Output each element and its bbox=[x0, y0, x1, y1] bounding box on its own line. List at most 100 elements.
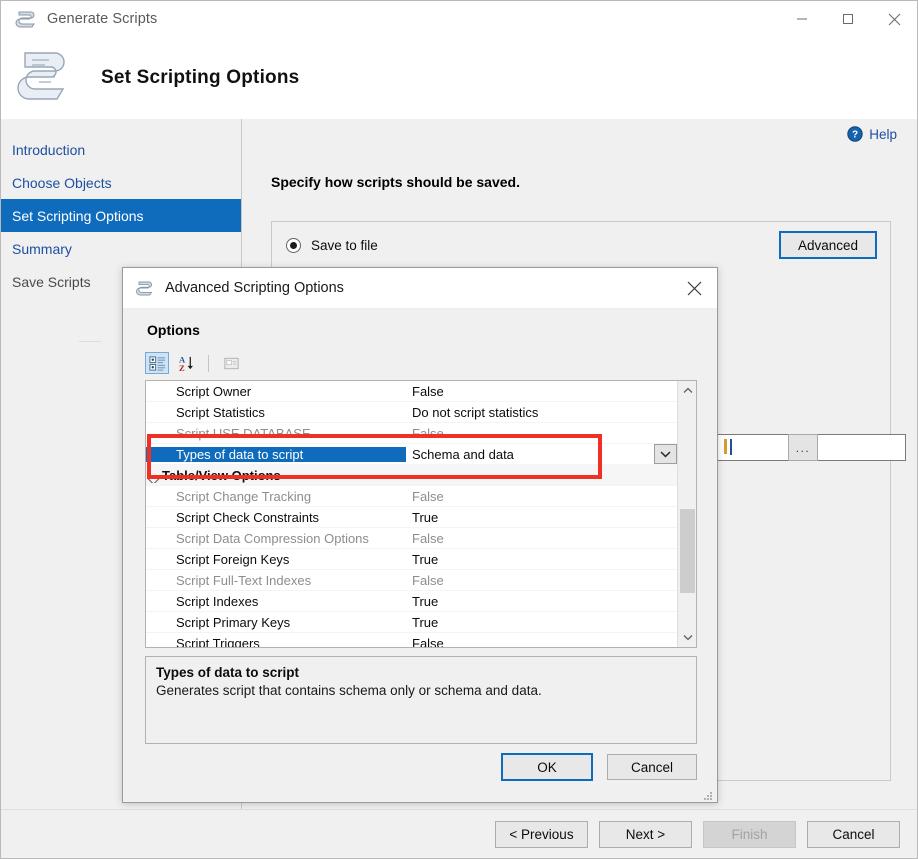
property-name: Script Primary Keys bbox=[146, 615, 406, 630]
advanced-scripting-options-dialog: Advanced Scripting Options Options bbox=[122, 267, 718, 803]
dialog-title-bar: Advanced Scripting Options bbox=[123, 268, 717, 309]
scrollbar-thumb[interactable] bbox=[680, 509, 695, 593]
sidebar-item-label: Summary bbox=[12, 241, 72, 257]
window-controls bbox=[779, 1, 917, 37]
toolbar-separator bbox=[208, 355, 209, 372]
maximize-icon[interactable] bbox=[825, 1, 871, 37]
property-name: Script Full-Text Indexes bbox=[146, 573, 406, 588]
sidebar-item-label: Set Scripting Options bbox=[12, 208, 144, 224]
title-bar: Generate Scripts bbox=[1, 1, 917, 37]
dialog-cancel-button[interactable]: Cancel bbox=[607, 754, 697, 780]
dialog-title: Advanced Scripting Options bbox=[165, 280, 344, 296]
property-name: Script Data Compression Options bbox=[146, 531, 406, 546]
property-value: False bbox=[406, 573, 677, 588]
grid-rows: Script Owner False Script Statistics Do … bbox=[146, 381, 677, 647]
property-value: False bbox=[406, 531, 677, 546]
script-scroll-icon bbox=[136, 279, 155, 298]
generate-scripts-window: Generate Scripts bbox=[0, 0, 918, 859]
vertical-scrollbar[interactable] bbox=[677, 381, 696, 647]
page-title: Set Scripting Options bbox=[101, 67, 299, 89]
table-row[interactable]: Script Check Constraints True bbox=[146, 507, 677, 528]
description-pane: Types of data to script Generates script… bbox=[145, 656, 697, 744]
help-label: Help bbox=[869, 127, 897, 142]
table-row[interactable]: Script Owner False bbox=[146, 381, 677, 402]
save-to-file-label: Save to file bbox=[311, 238, 378, 253]
property-value: False bbox=[406, 636, 677, 649]
property-value: True bbox=[406, 510, 677, 525]
help-link[interactable]: ? Help bbox=[847, 126, 897, 142]
svg-text:Z: Z bbox=[178, 363, 184, 372]
text-cursor-marker bbox=[724, 439, 727, 454]
minimize-icon[interactable] bbox=[779, 1, 825, 37]
property-value: True bbox=[406, 552, 677, 567]
close-icon[interactable] bbox=[672, 268, 717, 309]
table-row-category[interactable]: Table/View Options bbox=[146, 465, 677, 486]
table-row: Script Full-Text Indexes False bbox=[146, 570, 677, 591]
sidebar-divider bbox=[79, 341, 101, 342]
alphabetical-sort-icon[interactable]: A Z bbox=[174, 352, 198, 374]
next-button[interactable]: Next > bbox=[599, 821, 692, 848]
instruction-text: Specify how scripts should be saved. bbox=[271, 174, 520, 190]
cancel-button[interactable]: Cancel bbox=[807, 821, 900, 848]
property-name: Types of data to script bbox=[146, 447, 406, 462]
chevron-collapse-icon[interactable] bbox=[147, 472, 160, 483]
table-row: Script Data Compression Options False bbox=[146, 528, 677, 549]
sidebar-item-label: Choose Objects bbox=[12, 175, 112, 191]
table-row[interactable]: Script Statistics Do not script statisti… bbox=[146, 402, 677, 423]
script-scroll-large-icon bbox=[15, 47, 73, 109]
property-name: Script Check Constraints bbox=[146, 510, 406, 525]
advanced-button[interactable]: Advanced bbox=[780, 232, 876, 258]
sidebar-item-set-scripting-options[interactable]: Set Scripting Options bbox=[1, 199, 241, 232]
property-name: Script Change Tracking bbox=[146, 489, 406, 504]
property-name: Script Statistics bbox=[146, 405, 406, 420]
property-value: True bbox=[406, 615, 677, 630]
property-value: False bbox=[406, 489, 677, 504]
table-row: Script USE DATABASE False bbox=[146, 423, 677, 444]
table-row[interactable]: Script Foreign Keys True bbox=[146, 549, 677, 570]
property-name: Script USE DATABASE bbox=[146, 426, 406, 441]
table-row[interactable]: Script Triggers False bbox=[146, 633, 677, 648]
description-body: Generates script that contains schema on… bbox=[156, 683, 686, 698]
property-value: False bbox=[406, 384, 677, 399]
sidebar-item-introduction[interactable]: Introduction bbox=[1, 133, 241, 166]
table-row-selected[interactable]: Types of data to script Schema and data bbox=[146, 444, 677, 465]
description-title: Types of data to script bbox=[156, 665, 686, 680]
resize-grip[interactable] bbox=[702, 788, 713, 799]
property-name: Script Owner bbox=[146, 384, 406, 399]
property-name: Script Triggers bbox=[146, 636, 406, 649]
window-title: Generate Scripts bbox=[47, 11, 157, 27]
previous-button[interactable]: < Previous bbox=[495, 821, 588, 848]
script-scroll-icon bbox=[15, 8, 37, 30]
finish-button: Finish bbox=[703, 821, 796, 848]
scroll-down-icon[interactable] bbox=[678, 628, 697, 647]
sidebar-item-choose-objects[interactable]: Choose Objects bbox=[1, 166, 241, 199]
sidebar-item-summary[interactable]: Summary bbox=[1, 232, 241, 265]
table-row[interactable]: Script Primary Keys True bbox=[146, 612, 677, 633]
chevron-down-icon[interactable] bbox=[654, 444, 677, 464]
scroll-up-icon[interactable] bbox=[678, 381, 697, 400]
radio-selected-icon bbox=[286, 238, 301, 253]
property-pages-icon bbox=[219, 352, 243, 374]
property-name: Script Foreign Keys bbox=[146, 552, 406, 567]
property-value: True bbox=[406, 594, 677, 609]
property-value: False bbox=[406, 426, 677, 441]
close-icon[interactable] bbox=[871, 1, 917, 37]
property-value: Schema and data bbox=[406, 447, 677, 462]
browse-button[interactable]: ... bbox=[788, 434, 818, 461]
categorized-view-icon[interactable] bbox=[145, 352, 169, 374]
sidebar-item-label: Save Scripts bbox=[12, 274, 91, 290]
property-value: Do not script statistics bbox=[406, 405, 677, 420]
ok-button[interactable]: OK bbox=[502, 754, 592, 780]
table-row: Script Change Tracking False bbox=[146, 486, 677, 507]
property-grid-toolbar: A Z bbox=[145, 350, 697, 376]
page-header: Set Scripting Options bbox=[1, 37, 917, 119]
help-circle-icon: ? bbox=[847, 126, 863, 142]
property-name: Table/View Options bbox=[146, 468, 406, 483]
sidebar-item-label: Introduction bbox=[12, 142, 85, 158]
table-row[interactable]: Script Indexes True bbox=[146, 591, 677, 612]
text-caret bbox=[730, 439, 732, 455]
wizard-footer: < Previous Next > Finish Cancel bbox=[1, 809, 917, 858]
save-to-file-radio[interactable]: Save to file bbox=[286, 238, 378, 253]
property-grid[interactable]: Script Owner False Script Statistics Do … bbox=[145, 380, 697, 648]
property-name: Script Indexes bbox=[146, 594, 406, 609]
